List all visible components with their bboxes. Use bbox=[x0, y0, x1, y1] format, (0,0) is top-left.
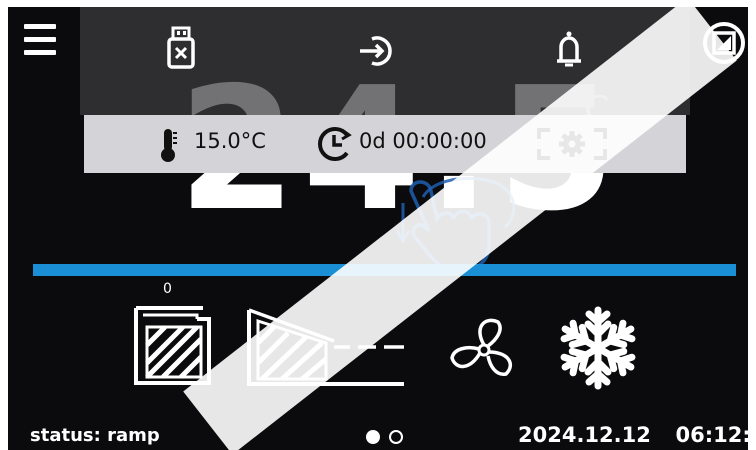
ramp-icon[interactable] bbox=[246, 307, 408, 387]
usb-drive-icon[interactable] bbox=[164, 25, 198, 75]
controller-screen: 24.5 °C 15.0°C bbox=[8, 7, 748, 450]
menu-button[interactable] bbox=[24, 24, 56, 60]
swipe-hand-icon bbox=[395, 176, 516, 273]
progress-start-label: 0 bbox=[163, 281, 172, 297]
page-dot-active bbox=[366, 430, 380, 444]
timer-value[interactable]: 0d 00:00:00 bbox=[359, 129, 487, 153]
bell-icon[interactable] bbox=[555, 30, 583, 70]
gear-icon[interactable] bbox=[536, 127, 608, 161]
login-key-icon[interactable] bbox=[358, 34, 398, 68]
menu-icon-bar bbox=[24, 50, 56, 55]
date: 2024.12.12 bbox=[518, 423, 651, 447]
page-indicator[interactable] bbox=[364, 428, 414, 446]
menu-icon-bar bbox=[24, 24, 56, 29]
progress-bar bbox=[33, 264, 736, 276]
heating-icon[interactable] bbox=[133, 305, 213, 387]
info-bar: 15.0°C 0d 00:00:00 bbox=[84, 115, 686, 173]
page-dot bbox=[389, 430, 403, 444]
set-temperature[interactable]: 15.0°C bbox=[194, 129, 266, 153]
date-time: 2024.12.12 06:12:55 bbox=[518, 423, 748, 447]
timer-icon bbox=[318, 127, 352, 161]
menu-icon-bar bbox=[24, 37, 56, 42]
stop-icon[interactable] bbox=[702, 21, 746, 65]
snowflake-icon[interactable] bbox=[553, 305, 643, 391]
thermometer-icon bbox=[161, 129, 177, 162]
time: 06:12:55 bbox=[675, 423, 748, 447]
status-text: status: ramp bbox=[30, 425, 160, 446]
fan-icon[interactable] bbox=[444, 312, 524, 386]
